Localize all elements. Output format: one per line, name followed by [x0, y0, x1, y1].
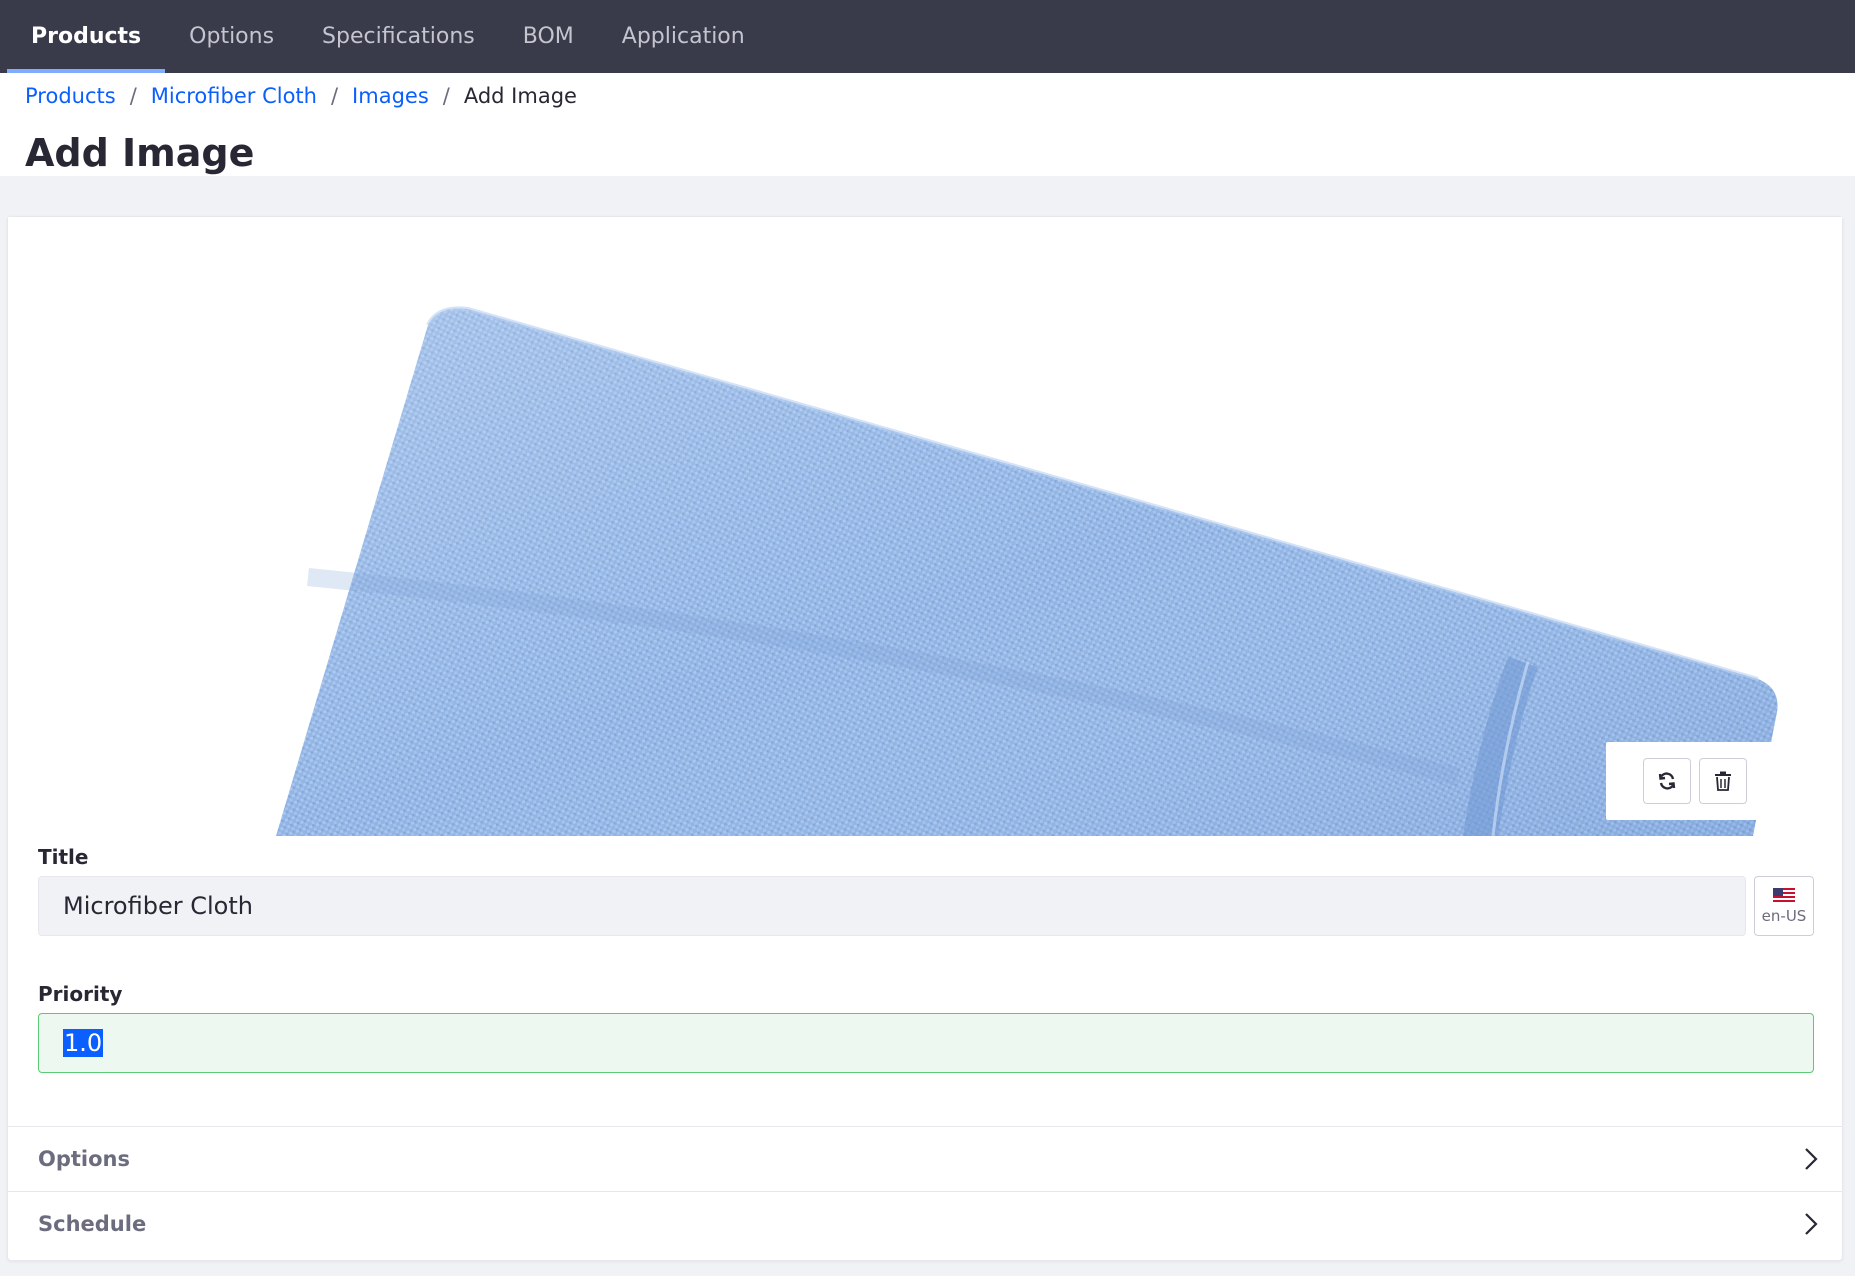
schedule-panel-label: Schedule: [38, 1212, 147, 1236]
image-actions: [1606, 742, 1784, 820]
language-selector-button[interactable]: en-US: [1754, 876, 1814, 936]
product-image-preview: [8, 217, 1842, 836]
priority-value: 1.0: [63, 1029, 104, 1057]
page-title: Add Image: [25, 131, 255, 175]
replace-image-button[interactable]: [1643, 758, 1691, 804]
chevron-right-icon: [1805, 1148, 1818, 1170]
delete-image-button[interactable]: [1699, 758, 1747, 804]
priority-label: Priority: [38, 982, 123, 1006]
breadcrumb-link-products[interactable]: Products: [25, 84, 116, 108]
image-form-card: Title en-US Priority 1.0 Options Schedul…: [7, 216, 1843, 1261]
chevron-right-icon: [1805, 1213, 1818, 1235]
tab-bom[interactable]: BOM: [499, 0, 598, 73]
microfiber-cloth-image: [276, 306, 1778, 836]
language-code: en-US: [1761, 906, 1807, 925]
breadcrumb-separator: /: [330, 84, 339, 108]
tab-products[interactable]: Products: [7, 0, 166, 73]
tab-application[interactable]: Application: [598, 0, 769, 73]
breadcrumb-link-microfiber-cloth[interactable]: Microfiber Cloth: [151, 84, 317, 108]
priority-input[interactable]: 1.0: [38, 1013, 1814, 1073]
page-header: Products / Microfiber Cloth / Images / A…: [0, 73, 1855, 176]
title-label: Title: [38, 845, 89, 869]
breadcrumb: Products / Microfiber Cloth / Images / A…: [25, 73, 1830, 108]
options-panel-label: Options: [38, 1147, 130, 1171]
breadcrumb-separator: /: [129, 84, 137, 108]
options-panel-toggle[interactable]: Options: [8, 1126, 1842, 1191]
schedule-panel-toggle[interactable]: Schedule: [8, 1191, 1842, 1256]
breadcrumb-separator: /: [442, 84, 450, 108]
tab-options[interactable]: Options: [165, 0, 298, 73]
breadcrumb-link-images[interactable]: Images: [352, 84, 429, 108]
breadcrumb-current: Add Image: [463, 84, 577, 108]
tab-specifications[interactable]: Specifications: [298, 0, 499, 73]
top-nav: Products Options Specifications BOM Appl…: [0, 0, 1855, 73]
trash-icon: [1715, 771, 1731, 791]
us-flag-icon: [1773, 887, 1795, 904]
refresh-icon: [1658, 772, 1676, 790]
title-input[interactable]: [38, 876, 1746, 936]
